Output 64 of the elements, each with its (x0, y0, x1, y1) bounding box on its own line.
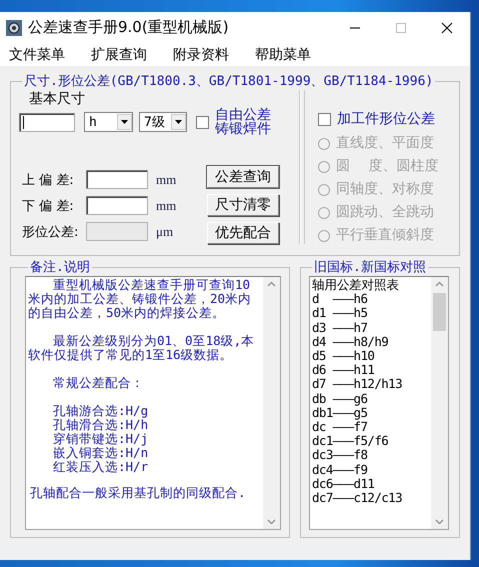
note-paragraph: 孔轴滑合选:H/h (52, 418, 150, 432)
size-input-field[interactable] (19, 112, 75, 132)
unit-label: μm (156, 224, 174, 240)
radio-label: 平行垂直倾斜度 (336, 228, 434, 243)
radio-label: 圆跳动、全跳动 (336, 205, 434, 220)
action-button[interactable]: 公差查询 (207, 166, 279, 188)
list-item[interactable]: d5 ———h10 (312, 349, 431, 364)
note-paragraph: 嵌入铜套选:H/n (52, 446, 150, 460)
checkbox-label: 自由公差铸锻焊件 (215, 108, 272, 136)
radio-label: 圆 度、圆柱度 (336, 159, 438, 174)
list-item[interactable]: dc7———c12/c13 (312, 491, 431, 506)
list-item[interactable]: d3 ———h7 (312, 320, 431, 335)
note-paragraph: 孔轴游合选:H/g (52, 404, 150, 418)
list-item[interactable]: db ———g6 (312, 392, 431, 406)
group-title: 旧国标.新国标对照 (313, 259, 427, 276)
field-label: 形位公差: (22, 224, 80, 240)
note-paragraph: 孔轴配合一般采用基孔制的同级配合. (29, 486, 247, 500)
note-paragraph: 穿销带键选:H/j (52, 432, 150, 446)
scrollbar[interactable] (431, 277, 448, 529)
dropdown-value: 7级 (144, 114, 165, 131)
dropdown-value: h (89, 114, 97, 130)
menu-item[interactable]: 帮助菜单 (255, 46, 311, 64)
checkbox[interactable] (318, 112, 331, 126)
note-paragraph: 最新公差级别分为01、0至18级,本软件仅提供了常见的1至16级数据。 (28, 334, 256, 362)
list-item[interactable]: dc3———f8 (312, 448, 431, 463)
group-title: 尺寸.形位公差(GB/T1800.3、GB/T1801-1999、GB/T1184-1996) (23, 73, 434, 90)
list-item[interactable]: dc4———f9 (312, 462, 431, 477)
list-item[interactable]: 轴用公差对照表 (312, 278, 431, 292)
note-paragraph: 常规公差配合： (52, 376, 145, 390)
menu-item[interactable]: 文件菜单 (9, 46, 65, 64)
radio-label: 直线度、平面度 (336, 136, 434, 151)
field-label: 上 偏 差: (22, 172, 75, 188)
unit-label: mm (156, 172, 176, 188)
checkbox[interactable] (196, 116, 209, 128)
action-button[interactable]: 优先配合 (207, 222, 279, 244)
list-item[interactable]: dc1———f5/f6 (312, 434, 431, 448)
list-item[interactable]: d1 ———h5 (312, 306, 431, 321)
list-item[interactable]: d6 ———h11 (312, 363, 431, 378)
window-title: 公差速查手册9.0(重型机械版) (28, 18, 230, 37)
app-icon (6, 20, 22, 36)
field-label: 基本尺寸 (29, 90, 86, 108)
dropdown[interactable]: h (84, 112, 133, 132)
value-field[interactable] (86, 170, 148, 189)
dropdown[interactable]: 7级 (139, 112, 187, 132)
list-item[interactable]: db1———g5 (312, 406, 431, 420)
text-cursor (23, 116, 24, 128)
field-label: 下 偏 差: (22, 198, 75, 214)
list-item[interactable]: d ———h6 (312, 292, 431, 306)
menu-item[interactable]: 附录资料 (173, 46, 229, 64)
note-paragraph: 红装压入选:H/r (52, 460, 150, 474)
checkbox-label: 加工件形位公差 (337, 112, 435, 126)
unit-label: mm (156, 198, 176, 214)
list-item[interactable]: d4 ———h8/h9 (312, 334, 431, 350)
scrollbar[interactable] (263, 277, 280, 529)
group-title: 备注.说明 (29, 259, 91, 276)
note-paragraph: 重型机械版公差速查手册可查询10米内的加工公差、铸锻件公差，20米内的自由公差，50米内的焊接公差。 (28, 278, 252, 320)
menu-item[interactable]: 扩展查询 (91, 46, 147, 64)
list-item[interactable]: dc6———d11 (312, 476, 431, 492)
list-item[interactable]: d7 ———h12/h13 (312, 377, 431, 392)
action-button[interactable]: 尺寸清零 (207, 194, 279, 216)
radio-label: 同轴度、对称度 (336, 182, 434, 197)
list-item[interactable]: dc ———f7 (312, 420, 431, 434)
scroll-thumb[interactable] (433, 293, 446, 331)
value-field[interactable] (86, 196, 148, 215)
